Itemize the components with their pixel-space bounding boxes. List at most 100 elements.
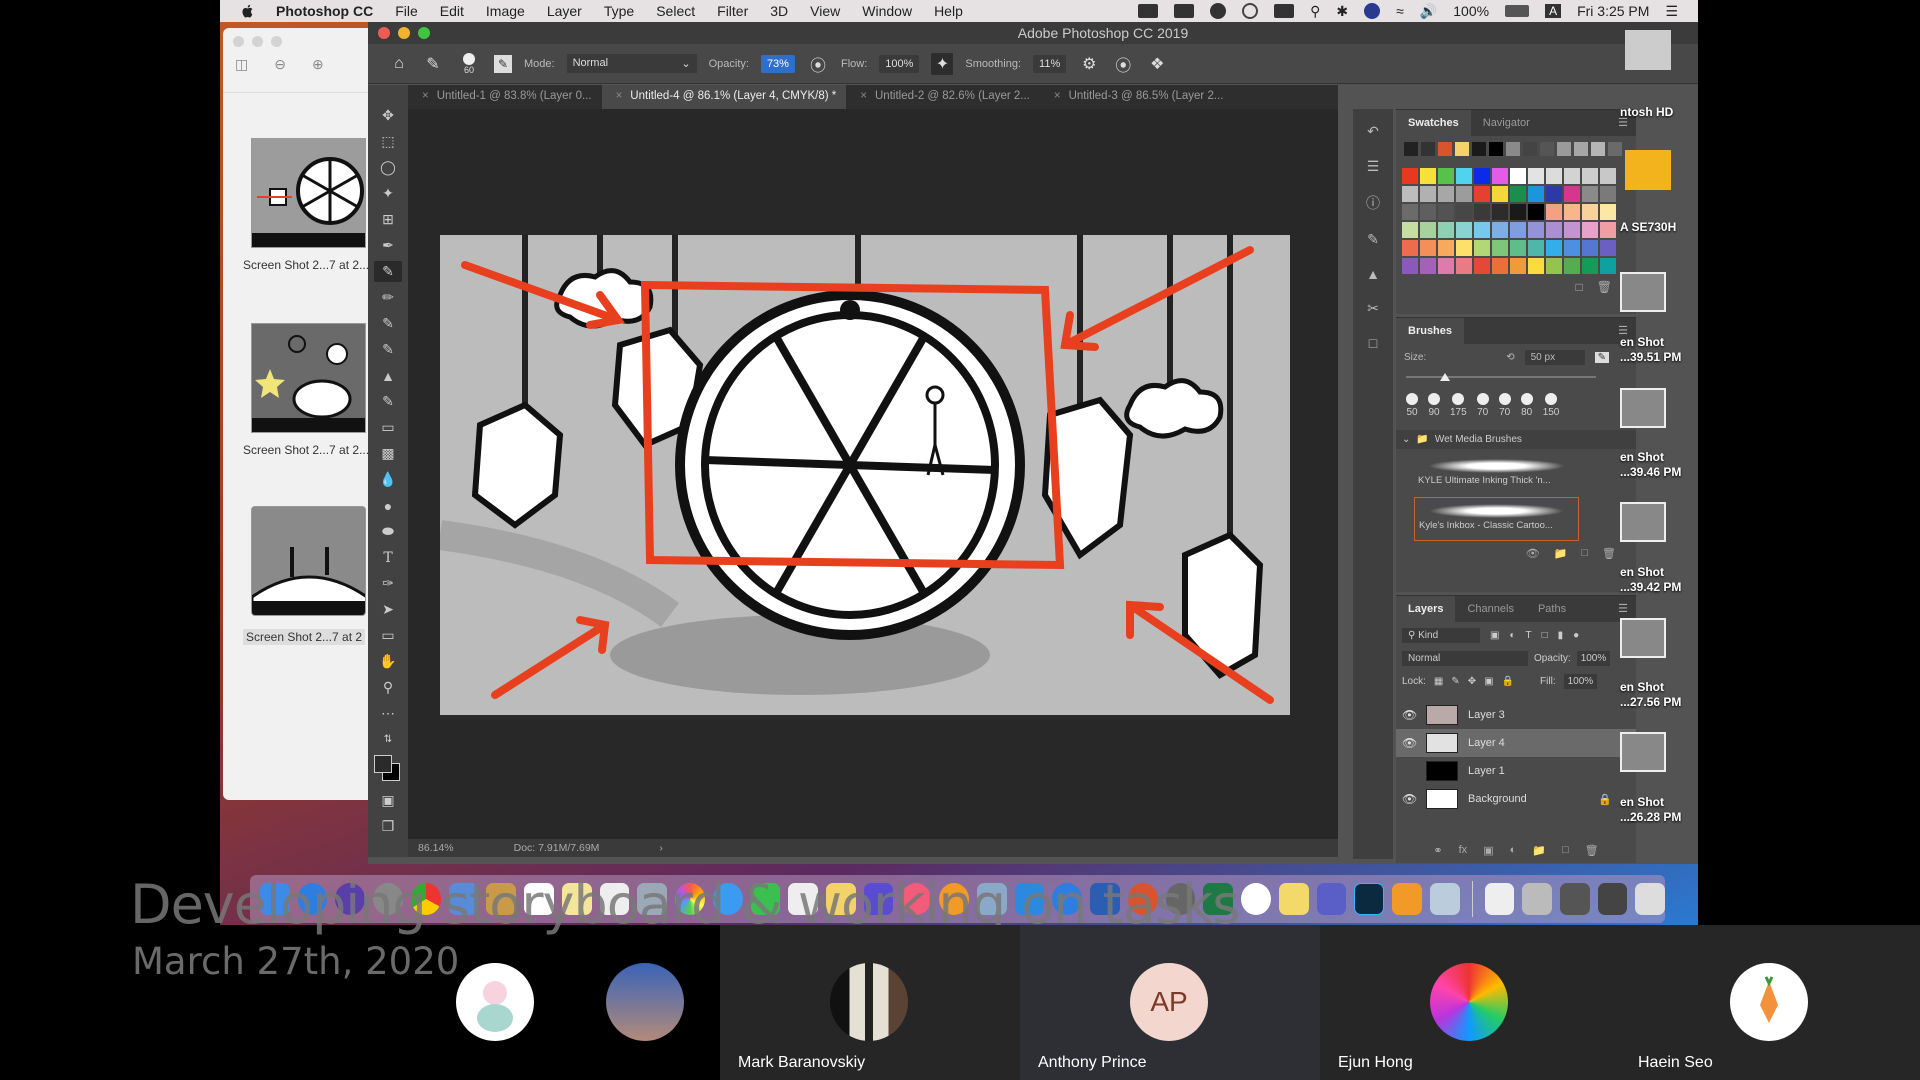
screenshot-file-icon[interactable] — [1620, 732, 1666, 772]
color-swatch[interactable] — [1510, 168, 1526, 184]
color-swatch[interactable] — [1474, 222, 1490, 238]
color-swatch[interactable] — [1564, 204, 1580, 220]
external-drive-icon[interactable] — [1625, 150, 1671, 190]
color-swatch[interactable] — [1438, 186, 1454, 202]
pencil-tool-icon[interactable]: ✏ — [374, 287, 402, 308]
color-swatch[interactable] — [1456, 258, 1472, 274]
desktop-item-label[interactable]: ...26.28 PM — [1620, 810, 1681, 824]
trash-icon[interactable] — [1635, 883, 1666, 915]
color-swatch[interactable] — [1528, 258, 1544, 274]
clock[interactable]: Fri 3:25 PM — [1577, 3, 1649, 19]
size-input[interactable]: 50 px — [1524, 350, 1585, 365]
color-swatch[interactable] — [1492, 222, 1508, 238]
recent-swatch[interactable] — [1523, 142, 1537, 156]
lock-pixels-icon[interactable]: ✎ — [1451, 676, 1459, 687]
screenshot-stack-icon[interactable] — [1522, 883, 1552, 915]
desktop-item-label[interactable]: en Shot — [1620, 565, 1664, 579]
tab-layers[interactable]: Layers — [1396, 596, 1456, 622]
thumbnail-label[interactable]: Screen Shot 2...7 at 2... — [243, 443, 369, 457]
document-canvas[interactable] — [438, 235, 1290, 715]
new-group-icon[interactable]: 📁 — [1532, 844, 1546, 857]
color-swatch[interactable] — [1402, 240, 1418, 256]
siri-icon[interactable] — [1364, 3, 1381, 19]
tab-swatches[interactable]: Swatches — [1396, 110, 1471, 136]
tab-navigator[interactable]: Navigator — [1471, 110, 1542, 136]
color-swatch[interactable] — [1456, 186, 1472, 202]
pressure-size-icon[interactable]: ⦿ — [1112, 53, 1134, 75]
brush-preset[interactable]: 70 — [1498, 393, 1511, 418]
participant-tile[interactable]: Ejun Hong — [1320, 925, 1620, 1080]
color-swatch[interactable] — [1438, 204, 1454, 220]
pen-tool-icon[interactable]: ✑ — [374, 573, 402, 594]
menu-filter[interactable]: Filter — [717, 3, 748, 19]
close-tab-icon[interactable]: × — [860, 90, 867, 109]
color-swatch[interactable] — [1528, 240, 1544, 256]
minimize-button[interactable] — [252, 36, 263, 47]
foreground-color-swatch[interactable] — [374, 755, 392, 773]
layer-row[interactable]: Layer 1 — [1396, 757, 1636, 785]
downloads-stack-icon[interactable] — [1559, 883, 1590, 915]
webex-icon[interactable] — [1241, 883, 1271, 915]
sidebar-toggle-icon[interactable]: ◫ — [235, 56, 248, 73]
brush-group[interactable]: ⌄ 📁 Wet Media Brushes — [1396, 430, 1636, 449]
color-swatch[interactable] — [1564, 222, 1580, 238]
desktop-item-label[interactable]: en Shot — [1620, 680, 1664, 694]
menu-view[interactable]: View — [810, 3, 840, 19]
flow-input[interactable]: 100% — [879, 54, 920, 73]
menu-file[interactable]: File — [395, 3, 418, 19]
lock-icon[interactable]: 🔒 — [1598, 793, 1612, 806]
mixer-brush-tool-icon[interactable]: ✎ — [374, 313, 402, 334]
color-swatch[interactable] — [1564, 258, 1580, 274]
color-swatch[interactable] — [1564, 168, 1580, 184]
color-swatch[interactable] — [1420, 204, 1436, 220]
color-swatch[interactable] — [1420, 258, 1436, 274]
zoom-level[interactable]: 86.14% — [418, 842, 454, 854]
layer-name[interactable]: Layer 1 — [1468, 765, 1505, 777]
visibility-eye-icon[interactable]: 👁 — [1402, 708, 1417, 722]
lock-all-icon[interactable]: 🔒 — [1502, 676, 1514, 687]
size-slider-thumb[interactable] — [1440, 373, 1451, 381]
screen-mode-icon[interactable]: ❐ — [374, 816, 402, 837]
menu-layer[interactable]: Layer — [547, 3, 582, 19]
color-swatch[interactable] — [1420, 240, 1436, 256]
swap-colors-icon[interactable]: ⇅ — [374, 729, 402, 750]
layer-name[interactable]: Layer 4 — [1468, 737, 1505, 749]
recent-swatch[interactable] — [1608, 142, 1622, 156]
recent-swatch[interactable] — [1557, 142, 1571, 156]
color-swatch[interactable] — [1528, 222, 1544, 238]
color-swatch[interactable] — [1474, 240, 1490, 256]
color-swatch[interactable] — [1510, 186, 1526, 202]
menu-help[interactable]: Help — [934, 3, 963, 19]
brush-preset[interactable]: 50 — [1406, 393, 1418, 418]
color-swatch[interactable] — [1438, 168, 1454, 184]
layer-row[interactable]: 👁 Layer 4 — [1396, 729, 1636, 757]
minimize-button[interactable] — [398, 27, 410, 39]
thumbnail-label[interactable]: Screen Shot 2...7 at 2... — [243, 258, 369, 272]
menu-edit[interactable]: Edit — [440, 3, 464, 19]
recent-swatch[interactable] — [1489, 142, 1503, 156]
doc-tab-active[interactable]: × Untitled-4 @ 86.1% (Layer 4, CMYK/8) * — [601, 85, 847, 109]
delete-brush-icon[interactable]: 🗑 — [1602, 547, 1616, 560]
screen-share-icon[interactable] — [1274, 4, 1295, 18]
brush-preset[interactable]: 80 — [1520, 393, 1533, 418]
teams-icon[interactable] — [1316, 883, 1347, 915]
color-swatch[interactable] — [1492, 258, 1508, 274]
color-swatch[interactable] — [1402, 204, 1418, 220]
screenshot-file-icon[interactable] — [1620, 618, 1666, 658]
color-swatch[interactable] — [1546, 186, 1562, 202]
doc-tab[interactable]: × Untitled-2 @ 82.6% (Layer 2... — [846, 85, 1040, 109]
creative-cloud-icon[interactable] — [1210, 3, 1227, 19]
type-tool-icon[interactable]: T — [374, 547, 402, 568]
recent-swatch[interactable] — [1506, 142, 1520, 156]
tool-presets-icon[interactable]: ✂ — [1367, 300, 1379, 317]
delete-layer-icon[interactable]: 🗑 — [1585, 844, 1599, 857]
marquee-tool-icon[interactable]: ⬚ — [374, 131, 402, 152]
sponge-tool-icon[interactable]: ⬬ — [374, 521, 402, 542]
recent-swatch[interactable] — [1421, 142, 1435, 156]
lasso-tool-icon[interactable]: ◯ — [374, 157, 402, 178]
clone-stamp-tool-icon[interactable]: ▲ — [374, 365, 402, 386]
screenshot-file-icon[interactable] — [1620, 388, 1666, 428]
color-swatch[interactable] — [1456, 240, 1472, 256]
recent-swatch[interactable] — [1574, 142, 1588, 156]
color-swatch[interactable] — [1582, 222, 1598, 238]
